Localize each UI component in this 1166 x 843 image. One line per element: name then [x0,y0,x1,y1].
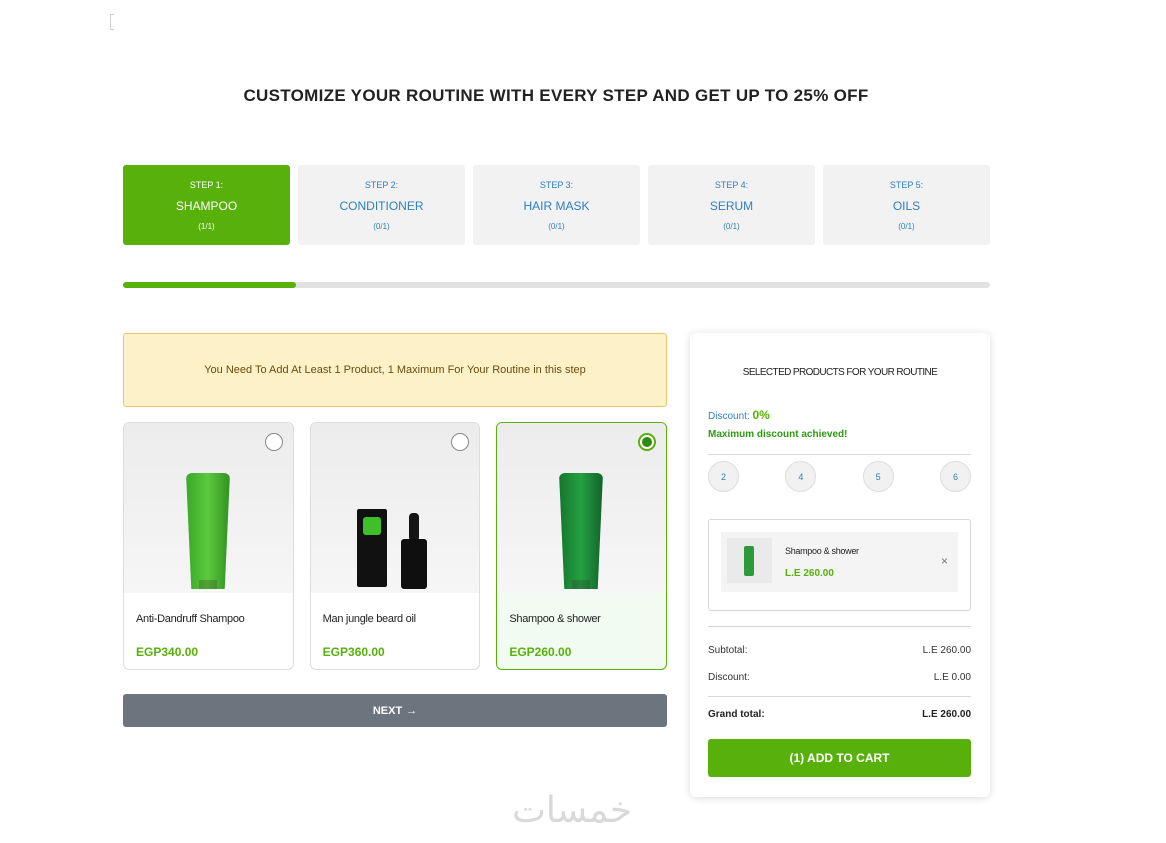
step-count: (0/1) [898,221,915,231]
page-title: CUSTOMIZE YOUR ROUTINE WITH EVERY STEP A… [243,86,869,105]
step-number: STEP 1: [189,179,224,190]
subtotal-label: Subtotal: [708,645,748,656]
product-image [310,423,480,593]
subtotal-row: Subtotal: L.E 260.00 [708,645,971,656]
selected-item-thumbnail [727,538,772,583]
tier-badge: 4 [785,461,817,492]
step-progress-fill [123,282,297,288]
step-name: HAIR MASK [523,198,590,213]
tube-thumbnail-image [744,546,754,576]
product-price: EGP260.00 [509,645,572,659]
product-grid: Anti-Dandruff Shampoo EGP340.00 Man jung… [123,422,668,670]
tier-badge: 6 [939,461,971,492]
step-number: STEP 2: [364,179,399,190]
step-name: SERUM [709,198,754,213]
shampoo-tube-image [186,473,230,589]
oil-box-image [356,509,387,587]
divider [708,626,971,627]
discount-percent: 0% [752,408,770,422]
summary-title: SELECTED PRODUCTS FOR YOUR ROUTINE [742,367,938,378]
watermark-logo: خمسات [512,790,633,831]
select-radio-checked[interactable] [638,433,657,451]
tier-badge: 5 [862,461,894,492]
step-count: (0/1) [723,221,740,231]
next-button-label: NEXT [372,704,403,717]
step-number: STEP 4: [714,179,749,190]
product-card[interactable]: Man jungle beard oil EGP360.00 [309,422,481,670]
product-name: Anti-Dandruff Shampoo [136,613,245,625]
grand-total-row: Grand total: L.E 260.00 [708,709,971,720]
discount-tiers: 2 4 5 6 [708,461,971,493]
step-tabs: STEP 1: SHAMPOO (1/1) STEP 2: CONDITIONE… [123,165,990,245]
routine-summary-panel: SELECTED PRODUCTS FOR YOUR ROUTINE Disco… [690,333,990,797]
shower-tube-image [559,473,603,589]
select-radio[interactable] [451,433,470,451]
oil-dropper-image [408,513,419,539]
step-tab-oils[interactable]: STEP 5: OILS (0/1) [823,165,990,245]
oil-bottle-image [400,539,427,589]
add-to-cart-button[interactable]: (1) ADD TO CART [708,739,971,777]
step-number: STEP 3: [539,179,574,190]
discount-row-value: L.E 0.00 [933,672,971,683]
selected-item-price: L.E 260.00 [785,568,834,579]
step-tab-conditioner[interactable]: STEP 2: CONDITIONER (0/1) [298,165,465,245]
step-tab-serum[interactable]: STEP 4: SERUM (0/1) [648,165,815,245]
step-count: (0/1) [548,221,565,231]
grand-total-value: L.E 260.00 [922,709,971,720]
divider [708,454,971,455]
product-name: Shampoo & shower [509,613,601,625]
select-radio[interactable] [264,433,283,451]
step-progress-bar [123,282,990,288]
step-number: STEP 5: [889,179,924,190]
step-tab-hair-mask[interactable]: STEP 3: HAIR MASK (0/1) [473,165,640,245]
selected-item: Shampoo & shower L.E 260.00 × [721,532,958,592]
grand-total-label: Grand total: [708,709,765,720]
step-count: (1/1) [198,221,215,231]
step-tab-shampoo[interactable]: STEP 1: SHAMPOO (1/1) [123,165,290,245]
max-discount-message: Maximum discount achieved! [708,429,848,440]
discount-status: Discount: 0% [708,408,770,422]
corner-mark [110,14,114,30]
product-name: Man jungle beard oil [322,613,416,625]
step-count: (0/1) [373,221,390,231]
remove-icon[interactable]: × [941,554,948,568]
step-name: SHAMPOO [175,198,238,213]
product-price: EGP340.00 [136,645,199,659]
subtotal-value: L.E 260.00 [922,645,971,656]
divider [708,696,971,697]
selected-item-name: Shampoo & shower [785,546,859,556]
product-image [124,423,293,593]
step-name: OILS [892,198,921,213]
discount-label: Discount: [708,411,750,422]
product-card-selected[interactable]: Shampoo & shower EGP260.00 [496,422,668,670]
discount-row-label: Discount: [708,672,750,683]
requirement-notice: You Need To Add At Least 1 Product, 1 Ma… [123,333,667,407]
product-card[interactable]: Anti-Dandruff Shampoo EGP340.00 [123,422,294,670]
arrow-right-icon: → [406,704,418,717]
product-price: EGP360.00 [322,645,385,659]
step-name: CONDITIONER [339,198,424,213]
product-image [497,423,667,593]
tier-badge: 2 [708,461,739,492]
selected-products-box: Shampoo & shower L.E 260.00 × [708,519,971,611]
discount-row: Discount: L.E 0.00 [708,672,971,683]
next-button[interactable]: NEXT → [123,694,667,727]
